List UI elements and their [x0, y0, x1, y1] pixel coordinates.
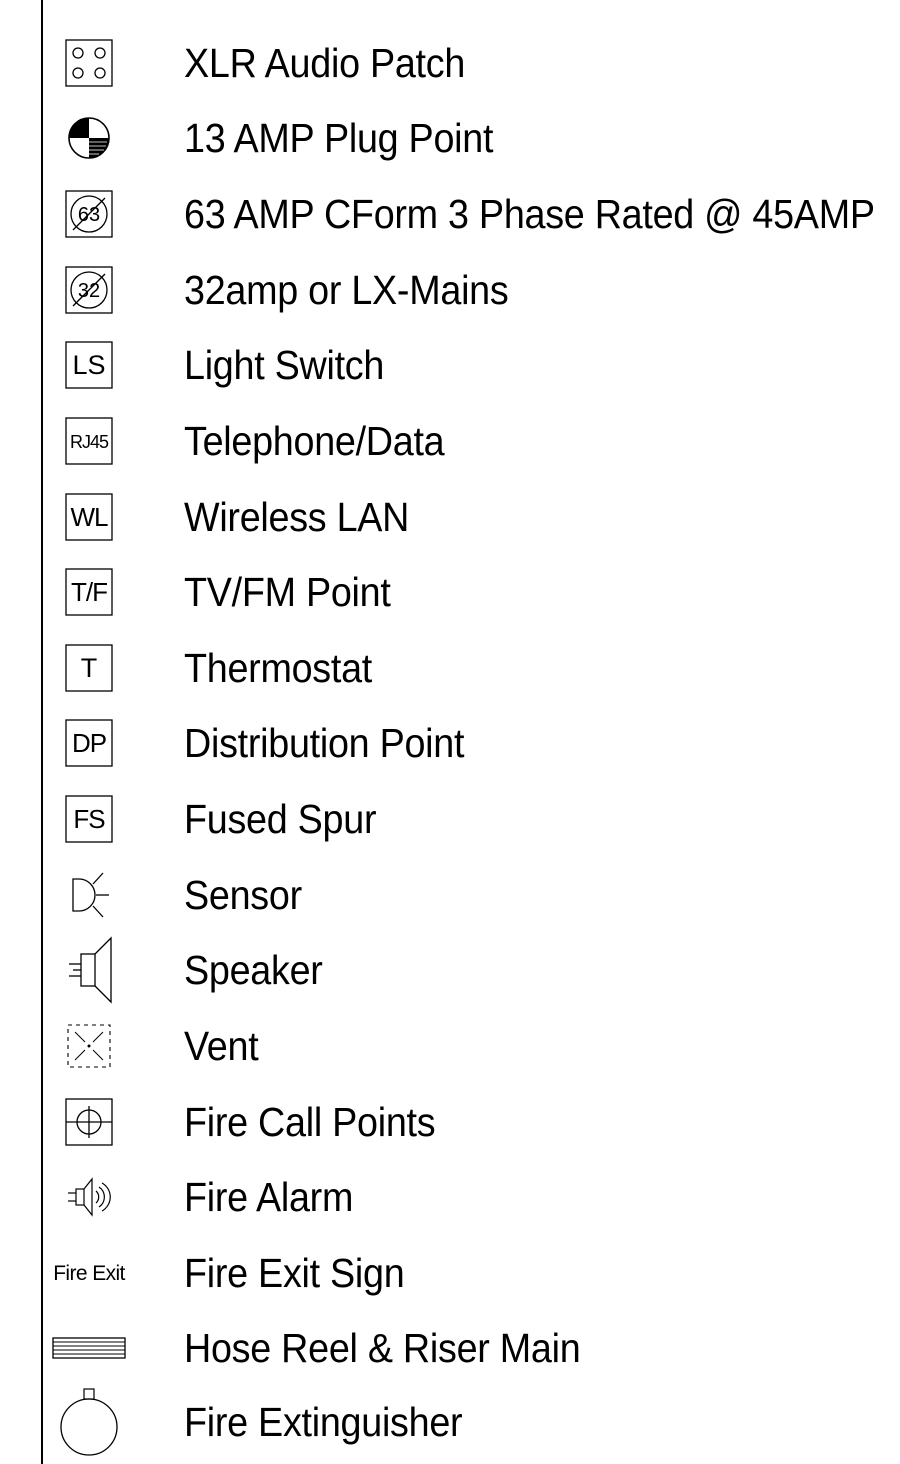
thermostat-icon: T	[44, 638, 134, 698]
legend-label: XLR Audio Patch	[184, 40, 466, 86]
fused-spur-icon: FS	[44, 789, 134, 849]
distribution-point-icon: DP	[44, 713, 134, 773]
fire-call-point-icon	[44, 1092, 134, 1152]
symbol-text: Fire Exit	[53, 1262, 125, 1285]
legend-label: Fire Exit Sign	[184, 1250, 405, 1296]
three-phase-socket-icon: 63	[44, 184, 134, 244]
legend-row: LS Light Switch	[0, 335, 900, 395]
legend-row: Fire Exit Fire Exit Sign	[0, 1243, 900, 1303]
legend-row: Hose Reel & Riser Main	[0, 1318, 900, 1378]
legend-label: Fused Spur	[184, 796, 377, 842]
legend-label: Wireless LAN	[184, 494, 410, 540]
legend-row: 32 32amp or LX-Mains	[0, 260, 900, 320]
sensor-icon	[44, 865, 134, 925]
xlr-audio-patch-icon	[44, 33, 134, 93]
legend-label: 32amp or LX-Mains	[184, 267, 509, 313]
legend-row: T Thermostat	[0, 638, 900, 698]
symbol-text: RJ45	[70, 432, 109, 452]
legend-label: Light Switch	[184, 342, 385, 388]
legend-row: Sensor	[0, 865, 900, 925]
symbol-legend: XLR Audio Patch 13 AMP Plug Point 63 63 …	[0, 0, 900, 1464]
tv-fm-point-icon: T/F	[44, 562, 134, 622]
legend-row: Speaker	[0, 936, 900, 1004]
fire-exit-sign-icon: Fire Exit	[44, 1243, 134, 1303]
legend-label: Hose Reel & Riser Main	[184, 1325, 581, 1371]
legend-label: Fire Alarm	[184, 1174, 354, 1220]
wireless-lan-icon: WL	[44, 487, 134, 547]
legend-label: Fire Call Points	[184, 1099, 436, 1145]
legend-row: Vent	[0, 1016, 900, 1076]
legend-row: Fire Alarm	[0, 1167, 900, 1227]
legend-row: FS Fused Spur	[0, 789, 900, 849]
speaker-icon	[44, 936, 134, 1004]
legend-label: 13 AMP Plug Point	[184, 115, 494, 161]
legend-row: XLR Audio Patch	[0, 33, 900, 93]
symbol-text: FS	[73, 804, 105, 834]
legend-label: Telephone/Data	[184, 418, 445, 464]
legend-label: Speaker	[184, 947, 323, 993]
lx-mains-socket-icon: 32	[44, 260, 134, 320]
legend-row: T/F TV/FM Point	[0, 562, 900, 622]
fire-alarm-icon	[44, 1167, 134, 1227]
legend-row: Fire Call Points	[0, 1092, 900, 1152]
legend-row: WL Wireless LAN	[0, 487, 900, 547]
telephone-data-icon: RJ45	[44, 411, 134, 471]
vent-icon	[44, 1016, 134, 1076]
legend-label: Thermostat	[184, 645, 372, 691]
legend-label: TV/FM Point	[184, 569, 391, 615]
legend-row: 13 AMP Plug Point	[0, 108, 900, 168]
legend-label: Fire Extinguisher	[184, 1399, 463, 1445]
fire-extinguisher-icon	[44, 1388, 134, 1456]
symbol-text: WL	[71, 502, 109, 532]
symbol-text: LS	[72, 350, 105, 380]
legend-row: Fire Extinguisher	[0, 1388, 900, 1456]
hose-reel-icon	[44, 1318, 134, 1378]
legend-label: Sensor	[184, 872, 302, 918]
plug-point-icon	[44, 108, 134, 168]
socket-rating-text: 63	[78, 204, 100, 226]
symbol-text: DP	[72, 728, 106, 758]
symbol-text: T/F	[71, 577, 107, 607]
legend-row: 63 63 AMP CForm 3 Phase Rated @ 45AMP	[0, 184, 900, 244]
legend-label: Vent	[184, 1023, 259, 1069]
light-switch-icon: LS	[44, 335, 134, 395]
legend-label: Distribution Point	[184, 720, 465, 766]
legend-row: RJ45 Telephone/Data	[0, 411, 900, 471]
legend-row: DP Distribution Point	[0, 713, 900, 773]
symbol-text: T	[81, 653, 98, 683]
socket-rating-text: 32	[78, 280, 100, 302]
legend-label: 63 AMP CForm 3 Phase Rated @ 45AMP	[184, 191, 875, 237]
